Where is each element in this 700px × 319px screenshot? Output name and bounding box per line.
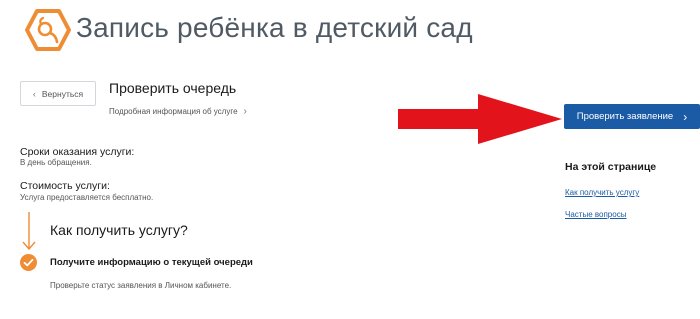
cost-value: Услуга предоставляется бесплатно. — [20, 193, 154, 202]
page-title: Проверить очередь — [109, 80, 237, 96]
nav-link-how-to[interactable]: Как получить услугу — [565, 188, 639, 197]
red-arrow-icon — [398, 94, 562, 144]
step-title: Получите информацию о текущей очереди — [50, 257, 253, 268]
chevron-left-icon: ‹ — [32, 88, 36, 99]
nav-link-faq[interactable]: Частые вопросы — [565, 210, 626, 219]
app-title: Запись ребёнка в детский сад — [76, 12, 473, 43]
back-button[interactable]: ‹ Вернуться — [20, 81, 96, 106]
check-application-button[interactable]: Проверить заявление › — [564, 104, 700, 129]
terms-label: Сроки оказания услуги: — [20, 146, 135, 158]
how-to-title: Как получить услугу? — [50, 222, 188, 238]
back-button-label: Вернуться — [41, 88, 84, 99]
service-details-link-label: Подробная информация об услуге — [109, 107, 238, 116]
pacifier-icon — [25, 9, 71, 51]
check-application-button-label: Проверить заявление — [576, 111, 674, 122]
cost-label: Стоимость услуги: — [20, 180, 110, 192]
service-details-link[interactable]: Подробная информация об услуге › — [109, 106, 247, 117]
arrow-down-icon — [22, 212, 36, 251]
chevron-right-icon: › — [683, 109, 688, 124]
chevron-right-icon: › — [243, 106, 247, 117]
on-this-page-heading: На этой странице — [565, 161, 657, 173]
step-description: Проверьте статус заявления в Личном каби… — [50, 281, 232, 290]
terms-value: В день обращения. — [20, 158, 92, 167]
step-check-icon — [20, 254, 37, 271]
